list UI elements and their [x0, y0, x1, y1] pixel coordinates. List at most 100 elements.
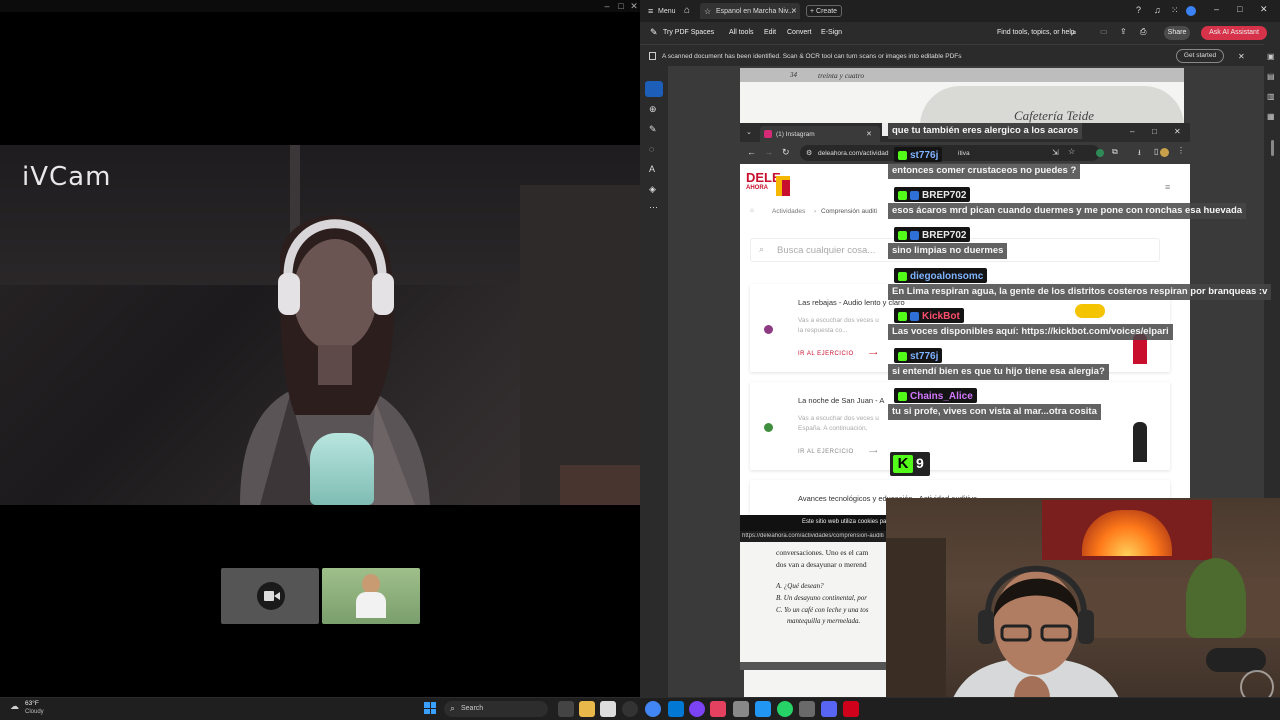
page-option-a: A. ¿Qué desean?: [776, 582, 824, 590]
save-icon[interactable]: ▭: [1100, 27, 1108, 36]
discord-icon[interactable]: [821, 701, 837, 717]
close-tab-icon[interactable]: ✕: [791, 7, 797, 15]
help-icon[interactable]: ?: [1136, 5, 1141, 15]
text-tool-icon[interactable]: A: [649, 164, 655, 174]
get-started-button[interactable]: Get started: [1176, 49, 1224, 63]
convert-menu[interactable]: Convert: [787, 29, 812, 36]
page-line-1: conversaciones. Uno es el cam: [776, 548, 869, 557]
browser-maximize-icon[interactable]: □: [1152, 127, 1157, 136]
taskbar-search-input[interactable]: ⌕ Search: [444, 701, 548, 717]
weather-icon[interactable]: ☁: [10, 701, 19, 712]
stamp-tool-icon[interactable]: ◈: [649, 184, 656, 195]
tab-close-icon[interactable]: ✕: [866, 130, 872, 138]
acrobat-icon[interactable]: [843, 701, 859, 717]
bookmark-star-icon[interactable]: ☆: [1068, 147, 1075, 156]
task-view-icon[interactable]: [558, 701, 574, 717]
edge-icon[interactable]: [668, 701, 684, 717]
more-tools-icon[interactable]: ⋯: [649, 202, 658, 213]
file-explorer-icon[interactable]: [579, 701, 595, 717]
menu-label[interactable]: Menu: [658, 8, 676, 15]
app-icon[interactable]: [689, 701, 705, 717]
reload-icon[interactable]: ↻: [782, 147, 790, 158]
profile-avatar-icon[interactable]: [1160, 148, 1169, 157]
app-icon[interactable]: [622, 701, 638, 717]
maximize-icon[interactable]: □: [614, 0, 628, 12]
badge-icon: [910, 190, 919, 200]
tab-instagram[interactable]: (1) Instagram ✕: [760, 126, 880, 142]
app-icon[interactable]: [733, 701, 749, 717]
browser-minimize-icon[interactable]: –: [1130, 127, 1134, 136]
find-tools[interactable]: Find tools, topics, or help: [997, 29, 1075, 36]
search-icon[interactable]: ⌕: [1072, 27, 1077, 38]
create-label: Create: [816, 8, 838, 15]
window-minimize-icon[interactable]: –: [1214, 4, 1219, 14]
close-icon[interactable]: ✕: [627, 0, 641, 12]
weather-desc[interactable]: Cloudy: [25, 709, 44, 715]
comment-icon[interactable]: ▣: [1267, 52, 1275, 61]
try-pdf-spaces[interactable]: Try PDF Spaces: [663, 29, 714, 36]
tab-document[interactable]: ☆ Espanol en Marcha Niv... ✕: [700, 3, 800, 19]
profile-icon[interactable]: [1186, 6, 1196, 16]
app-icon[interactable]: [799, 701, 815, 717]
pages-icon[interactable]: ▤: [1267, 72, 1275, 81]
ivcam-logo: iVCam: [22, 162, 112, 192]
upload-icon[interactable]: ⇪: [1120, 27, 1127, 36]
edit-menu[interactable]: Edit: [764, 29, 776, 36]
window-close-icon[interactable]: ✕: [1260, 4, 1268, 15]
all-tools[interactable]: All tools: [729, 29, 754, 36]
attachments-icon[interactable]: ▦: [1267, 112, 1275, 121]
extension-icon[interactable]: [1096, 149, 1104, 157]
exercise-link[interactable]: IR AL EJERCICIO ⟶: [798, 448, 878, 455]
browser-menu-icon[interactable]: ⋮: [1177, 146, 1185, 155]
badge-icon: [898, 351, 907, 361]
crumb-activities[interactable]: Actividades: [772, 208, 805, 215]
ai-assistant-button[interactable]: Ask AI Assistant: [1201, 26, 1267, 40]
forward-icon[interactable]: →: [764, 147, 773, 157]
apps-icon[interactable]: ⁙: [1171, 5, 1179, 16]
exercise-link[interactable]: IR AL EJERCICIO ⟶: [798, 350, 878, 357]
start-icon[interactable]: [424, 702, 436, 714]
bell-icon[interactable]: ♫: [1154, 5, 1161, 15]
home-crumb-icon[interactable]: ⌂: [750, 207, 754, 214]
participant-tile-avatar[interactable]: [322, 568, 420, 624]
whatsapp-icon[interactable]: [777, 701, 793, 717]
pen-tool-icon[interactable]: ✎: [649, 124, 657, 135]
kick-logo-icon: K: [893, 455, 913, 473]
banner-close-icon[interactable]: ✕: [1238, 52, 1245, 61]
dele-logo[interactable]: DELE AHORA: [746, 170, 792, 202]
select-tool-icon[interactable]: [645, 81, 663, 97]
menu-icon[interactable]: ≡: [648, 6, 653, 16]
hamburger-icon[interactable]: ≡: [1165, 182, 1170, 192]
download-icon[interactable]: ⭳: [1138, 147, 1141, 161]
site-info-icon[interactable]: ⚙: [806, 149, 812, 157]
crumb-comprension[interactable]: Comprensión auditi: [821, 208, 877, 215]
participant-tile-camera-off[interactable]: [221, 568, 319, 624]
store-icon[interactable]: [600, 701, 616, 717]
pdf-page-next: [744, 670, 886, 697]
tiktok-icon[interactable]: [710, 701, 726, 717]
app-icon[interactable]: [755, 701, 771, 717]
print-icon[interactable]: ⎙: [1140, 27, 1146, 37]
sidepanel-icon[interactable]: ▯: [1154, 147, 1158, 156]
create-button[interactable]: + Create: [806, 5, 842, 17]
weather-temp[interactable]: 63°F: [25, 700, 39, 707]
back-icon[interactable]: ←: [747, 147, 756, 157]
page-option-c-cont: mantequilla y mermelada.: [787, 617, 861, 625]
browser-close-icon[interactable]: ✕: [1174, 127, 1181, 136]
lasso-tool-icon[interactable]: ◌: [649, 144, 654, 154]
chrome-icon[interactable]: [645, 701, 661, 717]
scrollbar-thumb[interactable]: [1271, 140, 1274, 156]
minimize-icon[interactable]: –: [600, 0, 614, 12]
extensions-icon[interactable]: ⧉: [1112, 147, 1118, 157]
chat-username-text: diegoalonsomc: [910, 270, 984, 282]
tab-list-icon[interactable]: ⌄: [746, 128, 752, 136]
share-button[interactable]: Share: [1164, 26, 1190, 40]
home-icon[interactable]: ⌂: [684, 5, 690, 16]
install-icon[interactable]: ⇲: [1052, 148, 1059, 157]
zoom-tool-icon[interactable]: ⊕: [649, 104, 657, 115]
window-maximize-icon[interactable]: □: [1237, 4, 1242, 14]
bookmark-icon[interactable]: ▥: [1267, 92, 1275, 101]
esign-menu[interactable]: E-Sign: [821, 29, 842, 36]
url-text-end: itiva: [958, 150, 970, 157]
star-icon[interactable]: ☆: [704, 7, 711, 16]
